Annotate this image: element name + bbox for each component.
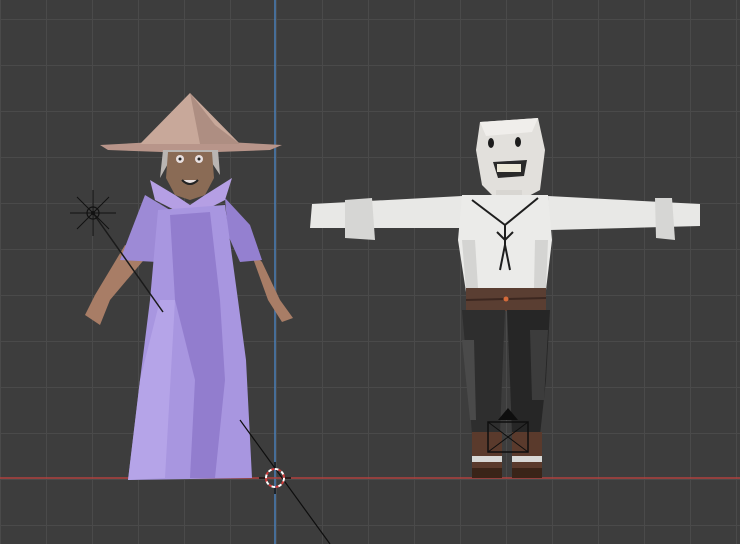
pirate-right-arm — [548, 196, 700, 230]
pirate-left-arm — [310, 196, 468, 228]
pirate-belt-buckle — [503, 296, 509, 302]
wizard-right-arm — [250, 250, 293, 322]
pirate-right-eye — [515, 137, 521, 147]
wizard-face — [166, 152, 214, 200]
viewport-scene[interactable] — [0, 0, 740, 544]
pirate-left-eye — [488, 138, 494, 148]
pirate-character[interactable] — [310, 118, 700, 478]
3d-viewport[interactable] — [0, 0, 740, 544]
wizard-character[interactable] — [85, 93, 293, 480]
light-icon[interactable] — [70, 190, 116, 236]
